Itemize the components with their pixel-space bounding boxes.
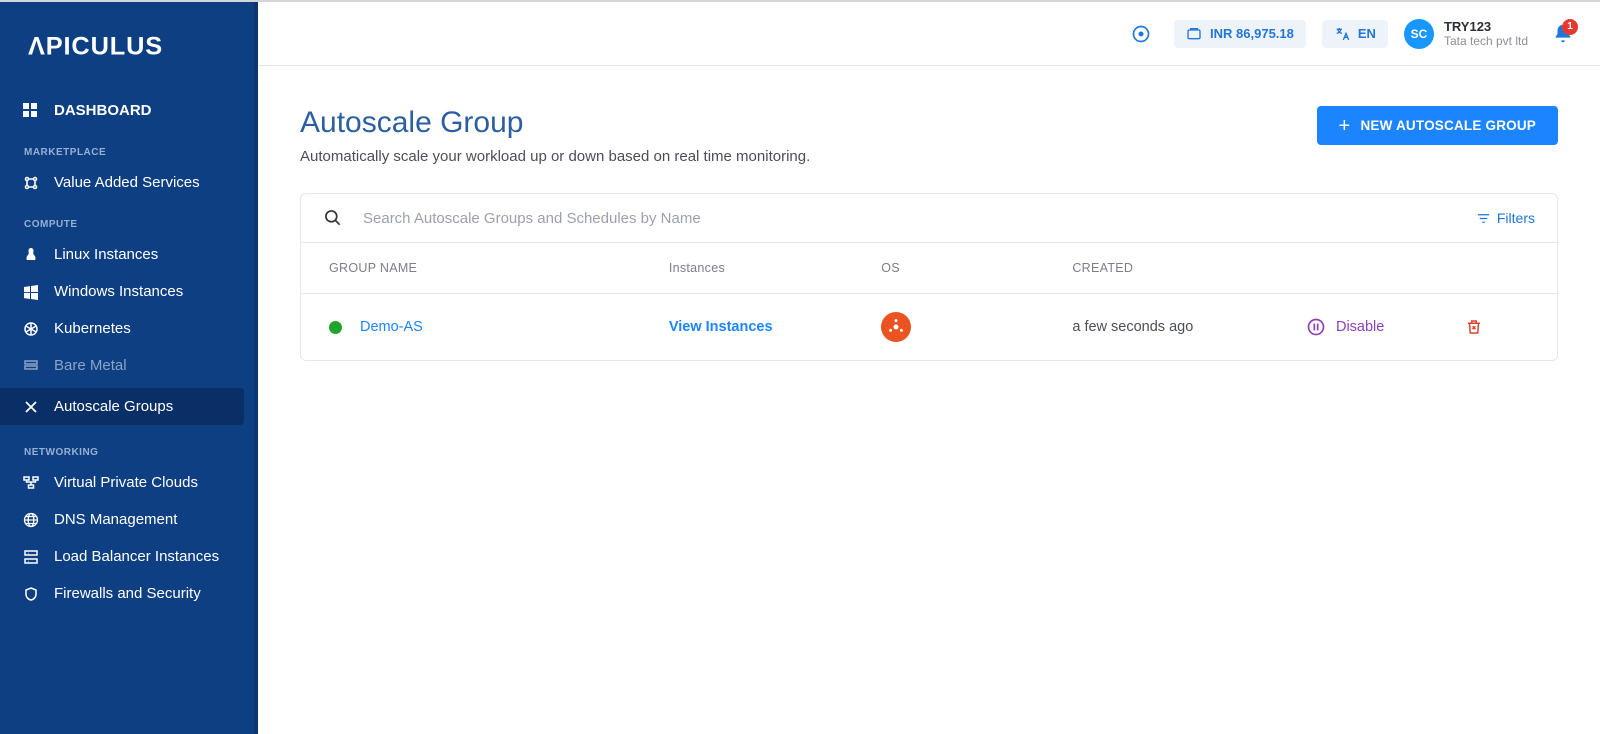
- sidebar-item-label: Bare Metal: [54, 357, 127, 374]
- disable-label: Disable: [1336, 319, 1384, 335]
- sidebar-item-label: Kubernetes: [54, 320, 131, 337]
- sidebar-item-label: Linux Instances: [54, 246, 158, 263]
- autoscale-icon: [22, 399, 40, 415]
- svg-text:ΛPICULUS: ΛPICULUS: [28, 32, 163, 60]
- sidebar-item-linux[interactable]: Linux Instances: [0, 236, 258, 273]
- notification-badge: 1: [1562, 19, 1578, 35]
- disable-button[interactable]: Disable: [1306, 317, 1465, 337]
- notifications-button[interactable]: 1: [1552, 23, 1574, 45]
- new-autoscale-button[interactable]: + NEW AUTOSCALE GROUP: [1317, 106, 1558, 145]
- sidebar-item-windows[interactable]: Windows Instances: [0, 273, 258, 310]
- sidebar-item-dns[interactable]: DNS Management: [0, 501, 258, 538]
- new-button-label: NEW AUTOSCALE GROUP: [1360, 118, 1536, 133]
- dashboard-icon: [22, 103, 40, 119]
- page-title: Autoscale Group: [300, 106, 810, 140]
- kubernetes-icon: [22, 321, 40, 337]
- sidebar-item-label: DASHBOARD: [54, 102, 152, 119]
- page-content: Autoscale Group Automatically scale your…: [258, 66, 1600, 734]
- sidebar-item-vpc[interactable]: Virtual Private Clouds: [0, 464, 258, 501]
- sidebar-item-firewall[interactable]: Firewalls and Security: [0, 575, 258, 612]
- group-name-link[interactable]: Demo-AS: [360, 319, 423, 335]
- loadbalancer-icon: [22, 549, 40, 565]
- sidebar-item-label: Load Balancer Instances: [54, 548, 219, 565]
- avatar: SC: [1404, 19, 1434, 49]
- col-created: CREATED: [1072, 261, 1306, 275]
- linux-icon: [22, 247, 40, 263]
- baremetal-icon: [22, 358, 40, 374]
- sidebar-item-label: Windows Instances: [54, 283, 183, 300]
- col-groupname: GROUP NAME: [329, 261, 669, 275]
- sidebar-item-autoscale[interactable]: Autoscale Groups: [0, 388, 244, 425]
- sidebar-heading-compute: COMPUTE: [0, 201, 258, 236]
- col-instances: Instances: [669, 261, 881, 275]
- sidebar-item-label: Firewalls and Security: [54, 585, 201, 602]
- ubuntu-icon: [881, 312, 911, 342]
- help-button[interactable]: [1124, 17, 1158, 51]
- sidebar-item-lb[interactable]: Load Balancer Instances: [0, 538, 258, 575]
- col-os: OS: [881, 261, 1072, 275]
- language-chip[interactable]: EN: [1322, 20, 1388, 48]
- balance-chip[interactable]: INR 86,975.18: [1174, 20, 1306, 48]
- sidebar-item-label: Virtual Private Clouds: [54, 474, 198, 491]
- sidebar-item-label: Autoscale Groups: [54, 398, 173, 415]
- filters-button[interactable]: Filters: [1476, 210, 1535, 226]
- user-name: TRY123: [1444, 19, 1528, 34]
- created-label: a few seconds ago: [1072, 319, 1306, 335]
- sidebar-heading-marketplace: MARKETPLACE: [0, 129, 258, 164]
- sidebar-item-dashboard[interactable]: DASHBOARD: [0, 92, 258, 129]
- table-header: GROUP NAME Instances OS CREATED: [301, 243, 1557, 294]
- autoscale-table-card: Filters GROUP NAME Instances OS CREATED …: [300, 193, 1558, 361]
- language-label: EN: [1358, 26, 1376, 41]
- search-icon: [323, 208, 343, 228]
- vas-icon: [22, 175, 40, 191]
- page-subtitle: Automatically scale your workload up or …: [300, 148, 810, 165]
- windows-icon: [22, 284, 40, 300]
- sidebar: ΛPICULUS DASHBOARD MARKETPLACE Value Add…: [0, 2, 258, 734]
- status-dot-active: [329, 321, 342, 334]
- sidebar-item-baremetal[interactable]: Bare Metal: [0, 347, 258, 384]
- brand-logo[interactable]: ΛPICULUS: [0, 2, 258, 92]
- sidebar-item-label: Value Added Services: [54, 174, 200, 191]
- topbar: INR 86,975.18 EN SC TRY123 Tata tech pvt…: [258, 2, 1600, 66]
- firewall-icon: [22, 586, 40, 602]
- main-area: INR 86,975.18 EN SC TRY123 Tata tech pvt…: [258, 2, 1600, 734]
- dns-icon: [22, 512, 40, 528]
- user-org: Tata tech pvt ltd: [1444, 34, 1528, 48]
- view-instances-link[interactable]: View Instances: [669, 319, 773, 335]
- sidebar-item-vas[interactable]: Value Added Services: [0, 164, 258, 201]
- vpc-icon: [22, 475, 40, 491]
- balance-label: INR 86,975.18: [1210, 26, 1294, 41]
- sidebar-item-label: DNS Management: [54, 511, 177, 528]
- delete-button[interactable]: [1465, 318, 1529, 336]
- search-row: Filters: [301, 194, 1557, 243]
- table-row: Demo-AS View Instances a few seconds ago…: [301, 294, 1557, 360]
- sidebar-heading-networking: NETWORKING: [0, 429, 258, 464]
- search-input[interactable]: [361, 209, 1476, 228]
- user-menu[interactable]: SC TRY123 Tata tech pvt ltd: [1404, 19, 1528, 49]
- filters-label: Filters: [1497, 210, 1535, 226]
- sidebar-item-kubernetes[interactable]: Kubernetes: [0, 310, 258, 347]
